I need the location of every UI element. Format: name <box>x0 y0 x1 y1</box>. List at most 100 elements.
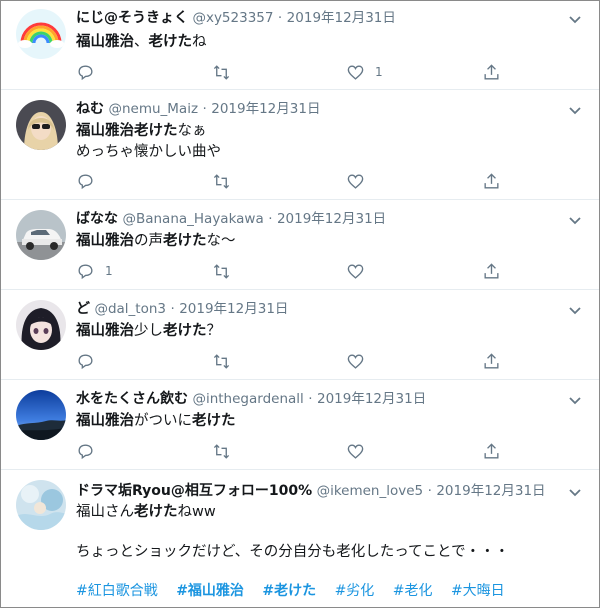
tweet[interactable]: 水をたくさん飲む @inthegardenall · 2019年12月31日 福… <box>1 380 599 470</box>
avatar[interactable] <box>16 480 66 530</box>
text-segment: 福山雅治 <box>76 233 134 249</box>
text-segment: な～ <box>206 233 236 249</box>
tweet-text: 福山雅治老けたなぁ <box>76 121 579 142</box>
text-segment: ちょっとショックだけど、その分自分も老化したってことで・・・ <box>76 544 510 560</box>
tweet-date[interactable]: 2019年12月31日 <box>277 211 386 227</box>
avatar[interactable] <box>16 100 66 150</box>
share-button[interactable] <box>482 350 501 372</box>
chevron-down-icon[interactable] <box>567 102 583 118</box>
hashtag-link[interactable]: #紅白歌合戦 <box>76 583 158 599</box>
display-name[interactable]: ねむ <box>76 101 104 117</box>
text-segment: の声 <box>134 233 163 249</box>
tweet-text-line2: めっちゃ懐かしい曲や <box>76 142 579 163</box>
share-button[interactable] <box>482 260 501 282</box>
like-icon <box>347 443 364 459</box>
tweet[interactable]: ばなな @Banana_Hayakawa · 2019年12月31日 福山雅治の… <box>1 200 599 290</box>
reply-button[interactable] <box>76 61 105 83</box>
tweet-actions <box>76 440 506 462</box>
reply-button[interactable]: 1 <box>76 260 113 282</box>
tweet-date[interactable]: 2019年12月31日 <box>211 101 320 117</box>
tweet-date[interactable]: 2019年12月31日 <box>317 391 426 407</box>
chevron-down-icon[interactable] <box>567 11 583 27</box>
display-name[interactable]: ど <box>76 301 90 317</box>
text-segment: 福山雅治 <box>76 413 134 429</box>
retweet-button[interactable] <box>212 260 241 282</box>
hashtag-link[interactable]: #大晦日 <box>451 583 505 599</box>
retweet-button[interactable] <box>212 350 241 372</box>
like-icon <box>347 263 364 279</box>
tweet-actions <box>76 350 506 372</box>
tweet-date[interactable]: 2019年12月31日 <box>179 301 288 317</box>
retweet-icon <box>213 443 230 459</box>
like-button[interactable] <box>346 260 375 282</box>
tweet-text: 福山雅治がついに老けた <box>76 411 579 432</box>
tweet[interactable]: にじ@そうきょく @xy523357 · 2019年12月31日 福山雅治、老け… <box>1 1 599 90</box>
text-segment: 老けた <box>148 34 193 50</box>
like-button[interactable] <box>346 170 375 192</box>
user-handle[interactable]: @nemu_Maiz <box>108 101 198 117</box>
reply-icon <box>78 443 93 459</box>
user-handle[interactable]: @Banana_Hayakawa <box>122 211 263 227</box>
display-name[interactable]: ドラマ垢Ryou@相互フォロー100% <box>76 483 312 499</box>
tweet-header: ドラマ垢Ryou@相互フォロー100% @ikemen_love5 · 2019… <box>76 482 559 500</box>
like-count: 1 <box>375 65 383 79</box>
share-icon <box>484 172 499 189</box>
share-button[interactable] <box>482 61 501 83</box>
text-segment: 老けた <box>134 123 178 139</box>
separator: · <box>277 10 283 26</box>
user-handle[interactable]: @dal_ton3 <box>94 301 166 317</box>
display-name[interactable]: にじ@そうきょく <box>76 10 188 26</box>
retweet-button[interactable] <box>212 440 241 462</box>
text-segment: ね <box>192 34 207 50</box>
tweet-date[interactable]: 2019年12月31日 <box>287 10 396 26</box>
hashtag-link[interactable]: #福山雅治 <box>176 583 244 599</box>
avatar[interactable] <box>16 9 66 59</box>
chevron-down-icon[interactable] <box>567 302 583 318</box>
user-handle[interactable]: @inthegardenall <box>192 391 303 407</box>
text-segment: 老けた <box>163 323 207 339</box>
retweet-button[interactable] <box>212 170 241 192</box>
reply-button[interactable] <box>76 170 105 192</box>
reply-button[interactable] <box>76 350 105 372</box>
like-button[interactable] <box>346 350 375 372</box>
text-segment: 福山雅治 <box>76 123 134 139</box>
reply-icon <box>78 173 93 189</box>
like-button[interactable] <box>346 440 375 462</box>
separator: · <box>170 301 175 317</box>
tweet-text: 福山雅治、老けたね <box>76 32 579 53</box>
user-handle[interactable]: @ikemen_love5 <box>317 483 424 499</box>
chevron-down-icon[interactable] <box>567 212 583 228</box>
chevron-down-icon[interactable] <box>567 484 583 500</box>
avatar[interactable] <box>16 210 66 260</box>
tweet-header: ばなな @Banana_Hayakawa · 2019年12月31日 <box>76 210 559 228</box>
avatar[interactable] <box>16 300 66 350</box>
retweet-button[interactable] <box>212 61 241 83</box>
reply-button[interactable] <box>76 440 105 462</box>
user-handle[interactable]: @xy523357 <box>192 10 273 26</box>
tweet-date[interactable]: 2019年12月31日 <box>436 483 545 499</box>
text-segment: ねww <box>177 504 216 520</box>
tweet-actions: 1 <box>76 260 506 282</box>
separator: · <box>268 211 273 227</box>
reply-count: 1 <box>105 264 113 278</box>
text-segment: がついに <box>134 413 192 429</box>
hashtag-link[interactable]: #劣化 <box>335 583 375 599</box>
reply-icon <box>78 353 93 369</box>
separator: · <box>202 101 207 117</box>
tweet-text-line2: ちょっとショックだけど、その分自分も老化したってことで・・・ <box>76 542 579 563</box>
tweet-actions: 1 <box>76 61 506 83</box>
share-icon <box>484 442 499 459</box>
hashtag-link[interactable]: #老化 <box>393 583 433 599</box>
display-name[interactable]: ばなな <box>76 211 118 227</box>
share-button[interactable] <box>482 170 501 192</box>
display-name[interactable]: 水をたくさん飲む <box>76 391 188 407</box>
chevron-down-icon[interactable] <box>567 392 583 408</box>
tweet[interactable]: ねむ @nemu_Maiz · 2019年12月31日 福山雅治老けたなぁ めっ… <box>1 90 599 200</box>
tweet[interactable]: ドラマ垢Ryou@相互フォロー100% @ikemen_love5 · 2019… <box>1 470 599 607</box>
like-button[interactable]: 1 <box>346 61 383 83</box>
hashtag-link[interactable]: #老けた <box>262 583 316 599</box>
text-segment: 、 <box>134 34 149 50</box>
avatar[interactable] <box>16 390 66 440</box>
share-button[interactable] <box>482 440 501 462</box>
tweet[interactable]: ど @dal_ton3 · 2019年12月31日 福山雅治少し老けた？ <box>1 290 599 380</box>
